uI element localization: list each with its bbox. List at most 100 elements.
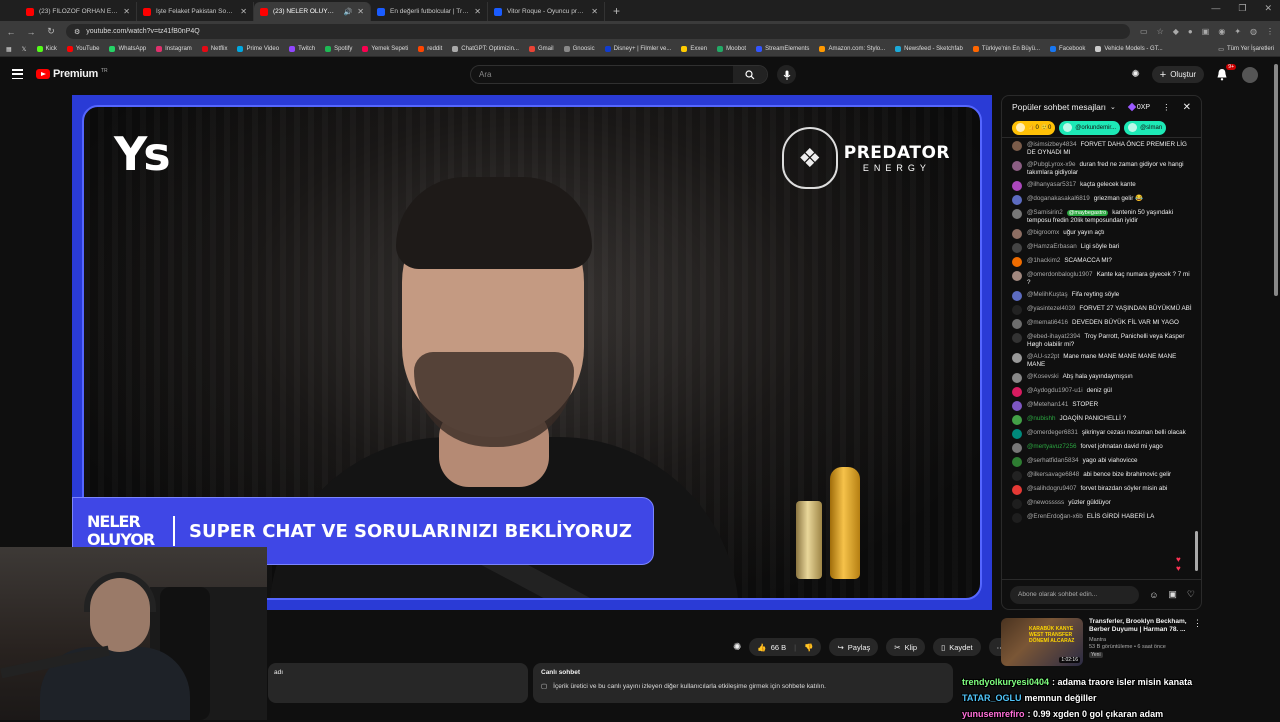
tab-close-icon[interactable]: ✕ <box>240 7 247 16</box>
chevron-down-icon[interactable]: ⌄ <box>1110 103 1116 111</box>
chat-author[interactable]: @ilkersavage6848 <box>1027 471 1079 478</box>
close-window-icon[interactable]: ✕ <box>1264 3 1272 14</box>
account-avatar[interactable] <box>1242 66 1258 83</box>
bookmark-item[interactable]: ChatGPT: Optimizin... <box>452 46 519 52</box>
bookmark-item[interactable]: WhatsApp <box>109 46 146 52</box>
chat-author[interactable]: @ilhanyasar5317 <box>1027 181 1076 188</box>
bookmark-item[interactable]: Gnoosic <box>563 46 595 52</box>
chat-message[interactable]: @MelihKuştaş Fifa reyting söyle <box>1012 289 1192 303</box>
chat-message[interactable]: @bigroomx uğur yayın açtı <box>1012 227 1192 241</box>
chat-author[interactable]: @nubishh <box>1027 415 1055 422</box>
url-field[interactable]: ⚙ youtube.com/watch?v=tz41fB0nP4Q <box>66 24 1131 39</box>
bookmark-item[interactable]: StreamElements <box>756 46 809 52</box>
chat-avatar[interactable] <box>1012 271 1022 281</box>
bookmark-item[interactable]: Netflix <box>201 46 227 52</box>
chat-message[interactable]: @memati6416 DEVEDEN BÜYÜK FİL VAR MI YAGO <box>1012 317 1192 331</box>
chat-avatar[interactable] <box>1012 291 1022 301</box>
chat-author[interactable]: @bigroomx <box>1027 229 1059 236</box>
chat-avatar[interactable] <box>1012 243 1022 253</box>
chat-author[interactable]: @salihdogru9407 <box>1027 485 1076 492</box>
like-button[interactable]: 👍 66 B | 👎 <box>749 638 822 656</box>
chat-author[interactable]: @PubgLyrox-x9e <box>1027 161 1076 168</box>
chat-message[interactable]: @ebed-ihayat2394 Troy Parrott, Panichelli… <box>1012 331 1192 351</box>
chat-avatar[interactable] <box>1012 229 1022 239</box>
chat-message[interactable]: @salihdogru9407 forvet birazdan söyler mi… <box>1012 483 1192 497</box>
chat-message[interactable]: @omerdonbaloglu1907 Kante kaç numara giye… <box>1012 269 1192 289</box>
related-thumbnail[interactable]: KARABÜK KANYE WEST TRANSFER DÖNEMİ ALCAR… <box>1001 618 1083 666</box>
bookmark-star-icon[interactable]: ☆ <box>1157 27 1164 36</box>
bookmark-item[interactable]: Amazon.com: Stylo... <box>819 46 885 52</box>
bookmark-item[interactable]: Gmail <box>528 46 554 52</box>
chat-message[interactable]: @mertyavuz7256 forvet johnatan david mi y… <box>1012 441 1192 455</box>
sponsor-icon[interactable]: ✺ <box>733 642 741 653</box>
hamburger-menu-icon[interactable] <box>12 69 23 79</box>
browser-tab[interactable]: (23) FİLOZOF ORHAN EV ZİYAR... ✕ <box>20 2 137 21</box>
chat-message[interactable]: @ilkersavage6848 abi bence bize ibrahimov… <box>1012 469 1192 483</box>
chat-avatar[interactable] <box>1012 457 1022 467</box>
chat-message[interactable]: @yasintezel4039 FORVET 27 YAŞINDAN BÜYÜKM… <box>1012 303 1192 317</box>
cast-icon[interactable]: ✺ <box>1131 69 1139 80</box>
save-button[interactable]: ▯ Kaydet <box>933 638 981 656</box>
minimize-icon[interactable]: — <box>1211 3 1220 14</box>
close-icon[interactable]: ✕ <box>1183 102 1191 113</box>
chat-message[interactable]: @newosssss yüzler güldüyor <box>1012 497 1192 511</box>
search-input[interactable]: Ara <box>471 70 733 79</box>
ticker-item[interactable]: 👍0 🙂0 <box>1012 120 1056 135</box>
bookmark-item[interactable]: Disney+ | Filmler ve... <box>604 46 671 52</box>
chat-message[interactable]: @ilhanyasar5317 kaçta gelecek kante <box>1012 179 1192 193</box>
chat-author[interactable]: @yasintezel4039 <box>1027 305 1075 312</box>
chat-author[interactable]: @doganakasakal6819 <box>1027 195 1090 202</box>
chat-message[interactable]: @Metehan141 STOPER <box>1012 399 1192 413</box>
share-button[interactable]: ↪ Paylaş <box>829 638 879 656</box>
notifications-button[interactable]: 9+ <box>1216 63 1236 82</box>
chat-mode-dropdown[interactable]: Popüler sohbet mesajları <box>1012 102 1106 112</box>
chat-avatar[interactable] <box>1012 141 1022 151</box>
bookmark-item[interactable]: Instagram <box>156 46 192 52</box>
bookmark-item[interactable]: Türkiye'nin En Büyü... <box>972 46 1040 52</box>
bookmark-item[interactable]: Kick <box>36 46 57 52</box>
xp-badge[interactable]: 0XP <box>1127 102 1150 112</box>
chat-message[interactable]: @Kosevski Abş hala yayındaymışsın <box>1012 371 1192 385</box>
extension-icon[interactable]: ● <box>1188 27 1193 36</box>
bookmark-item[interactable]: Twitch <box>289 46 315 52</box>
thumbs-down-icon[interactable]: 👎 <box>804 643 813 652</box>
chat-message[interactable]: @omerdeger6831 şikrinyar cezası nezaman b… <box>1012 427 1192 441</box>
site-info-icon[interactable]: ⚙ <box>74 28 80 36</box>
chat-avatar[interactable] <box>1012 319 1022 329</box>
super-chat-icon[interactable]: ▣ <box>1168 589 1177 600</box>
browser-tab[interactable]: Vitor Roque - Oyuncu profili 20... ✕ <box>488 2 605 21</box>
chat-avatar[interactable] <box>1012 443 1022 453</box>
chat-author[interactable]: @omerdeger6831 <box>1027 429 1078 436</box>
chat-input[interactable]: Abone olarak sohbet edin... <box>1010 585 1140 604</box>
bookmark-item[interactable]: YouTube <box>66 46 99 52</box>
related-channel[interactable]: Mantra <box>1089 637 1187 644</box>
bookmark-item[interactable]: Newsfeed - Sketchfab <box>895 46 963 52</box>
chat-avatar[interactable] <box>1012 353 1022 363</box>
chat-author[interactable]: @Aydogdu1907-u1i <box>1027 387 1083 394</box>
chat-message[interactable]: @doganakasakal6819 griezman gelir 😂 <box>1012 193 1192 207</box>
chat-avatar[interactable] <box>1012 195 1022 205</box>
voice-search-button[interactable] <box>777 65 796 84</box>
ticker-item[interactable]: @orkundemir... <box>1059 120 1121 135</box>
bookmark-item[interactable]: Vehicle Models - GT... <box>1095 46 1163 52</box>
heart-icon[interactable]: ♡ <box>1187 589 1195 600</box>
chat-message[interactable]: @serhatfidan5834 yago abi viahovicce <box>1012 455 1192 469</box>
browser-tab[interactable]: (23) NELER OLUYOR 42. BÖ... 🔊 ✕ <box>254 2 371 21</box>
clip-button[interactable]: ✂ Klip <box>886 638 926 656</box>
speaker-icon[interactable]: 🔊 <box>344 8 353 16</box>
forward-icon[interactable]: → <box>26 27 36 37</box>
chat-message[interactable]: @PubgLyrox-x9e duran fred ne zaman gidiyo… <box>1012 159 1192 179</box>
more-options-icon[interactable]: ⋮ <box>1162 102 1171 113</box>
all-bookmarks[interactable]: ▭ Tüm Yer İşaretleri <box>1218 46 1274 53</box>
bookmark-item[interactable]: Moobot <box>717 46 746 52</box>
chat-author[interactable]: @1hackim2 <box>1027 257 1060 264</box>
chat-author[interactable]: @Samisirin2 <box>1027 209 1063 216</box>
chat-author[interactable]: @memati6416 <box>1027 319 1068 326</box>
more-options-icon[interactable]: ⋮ <box>1193 618 1202 668</box>
chat-avatar[interactable] <box>1012 513 1022 523</box>
chat-avatar[interactable] <box>1012 485 1022 495</box>
create-button[interactable]: + Oluştur <box>1151 66 1204 83</box>
chat-author[interactable]: @isimsizbey4834 <box>1027 141 1076 148</box>
puzzle-icon[interactable]: ✦ <box>1234 27 1241 36</box>
chat-author[interactable]: @mertyavuz7256 <box>1027 443 1076 450</box>
